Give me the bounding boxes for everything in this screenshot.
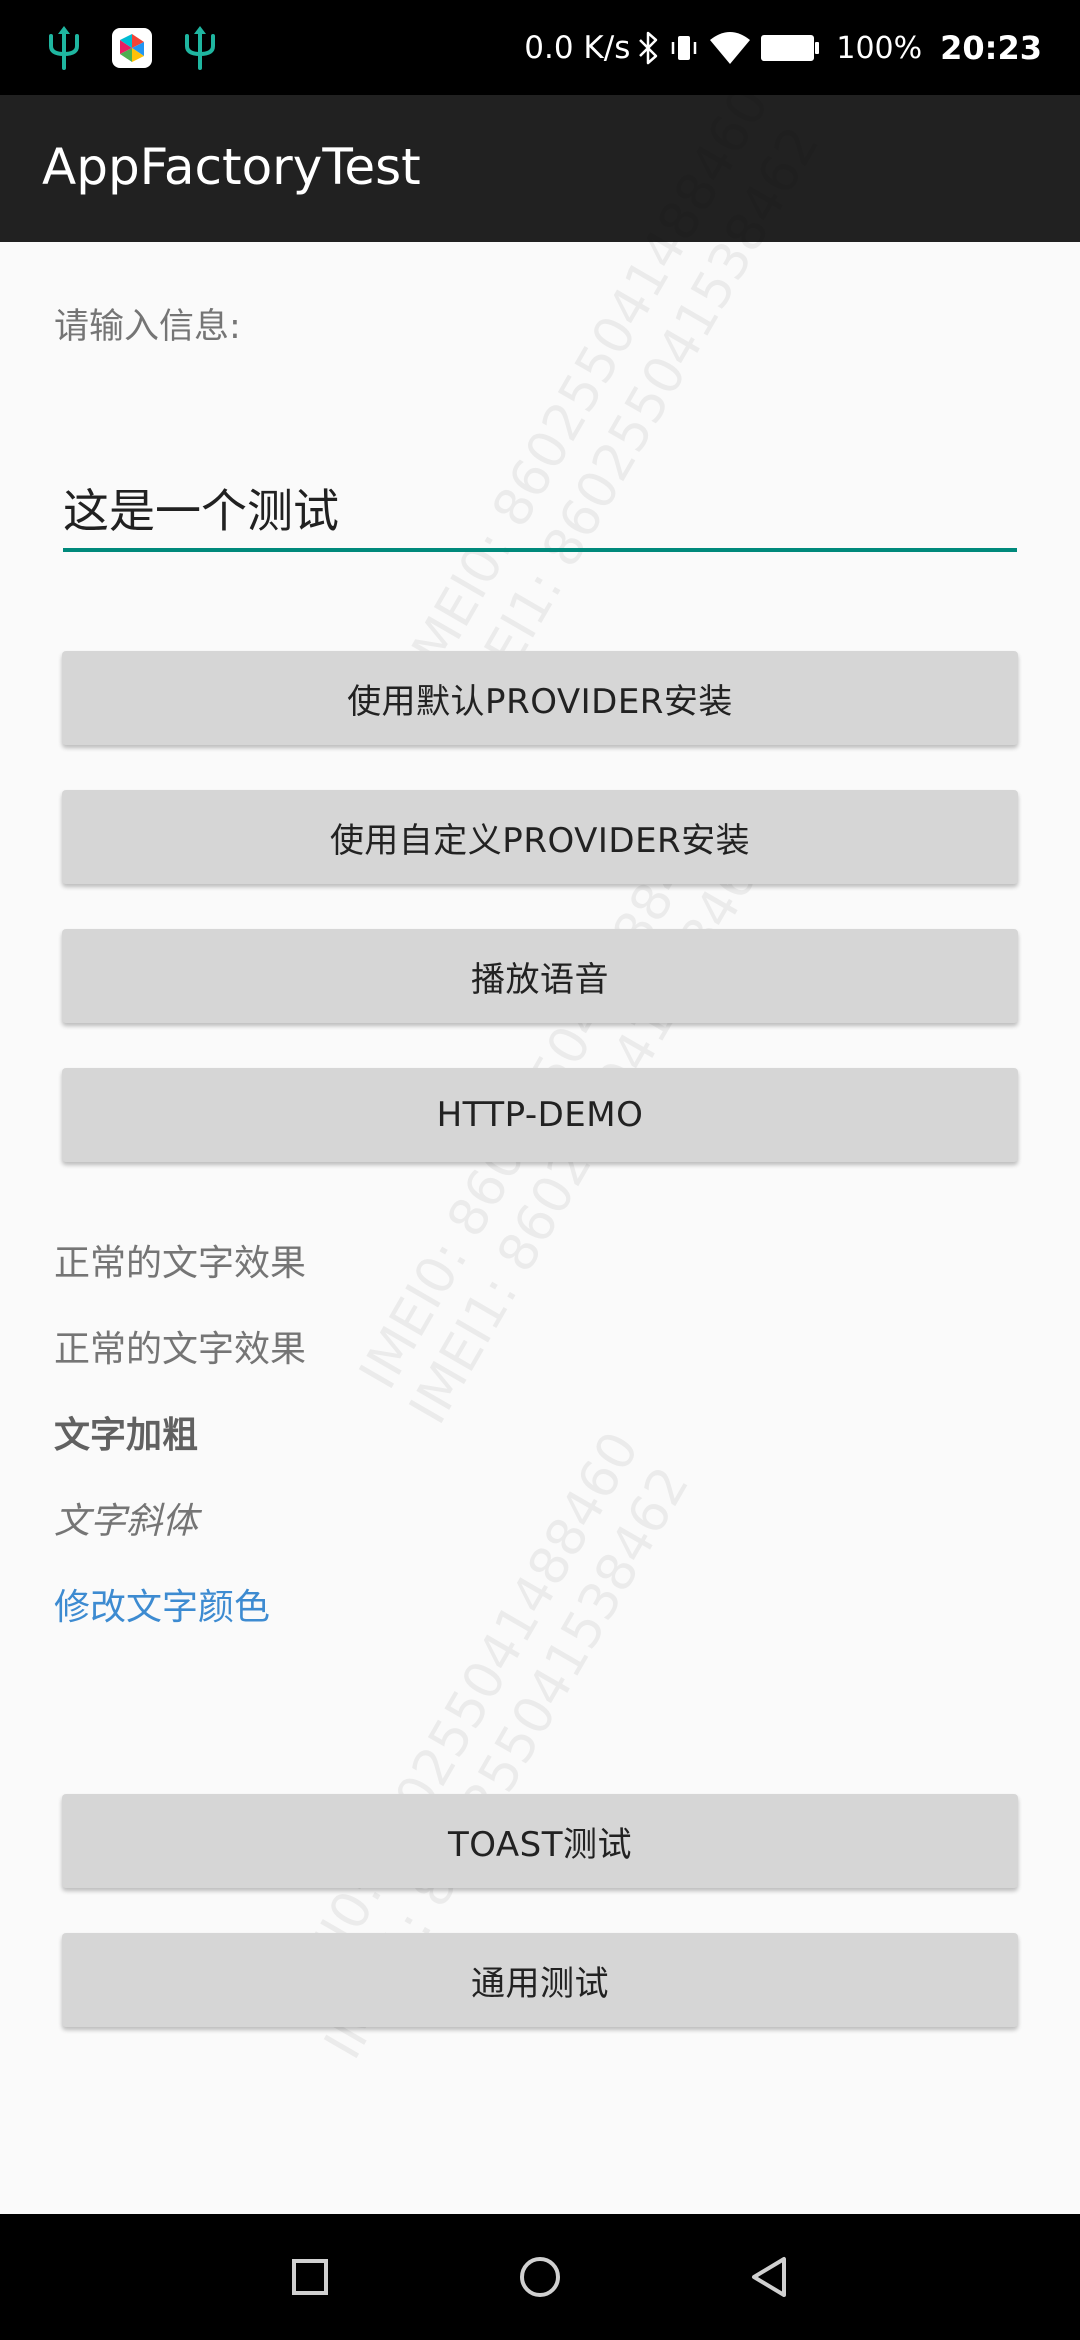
http-demo-button[interactable]: HTTP-DEMO — [62, 1068, 1018, 1162]
bluetooth-icon — [639, 31, 658, 65]
app-toolbar: AppFactoryTest — [0, 95, 1080, 242]
input-prompt-label: 请输入信息: — [54, 307, 241, 347]
usb-icon — [49, 26, 79, 70]
battery-icon — [761, 35, 820, 61]
status-right-icons: 0.0 K/s 100% 20:23 — [524, 20, 1042, 76]
app-title: AppFactoryTest — [42, 138, 421, 196]
usb-icon — [185, 26, 215, 70]
normal-text-sample: 正常的文字效果 — [54, 1329, 307, 1370]
custom-provider-install-button[interactable]: 使用自定义PROVIDER安装 — [62, 790, 1018, 884]
toast-test-button[interactable]: TOAST测试 — [62, 1794, 1018, 1888]
back-icon[interactable] — [740, 2247, 800, 2307]
home-icon[interactable] — [510, 2247, 570, 2307]
status-left-icons — [44, 22, 220, 74]
general-test-button[interactable]: 通用测试 — [62, 1933, 1018, 2027]
italic-text-sample: 文字斜体 — [54, 1501, 199, 1542]
input-underline — [63, 548, 1017, 552]
app-notification-icon — [112, 28, 152, 68]
wifi-icon — [710, 32, 751, 64]
normal-text-sample: 正常的文字效果 — [54, 1243, 307, 1284]
status-bar: 0.0 K/s 100% 20:23 — [0, 0, 1080, 95]
colored-text-sample: 修改文字颜色 — [54, 1587, 271, 1628]
battery-percent: 100% — [836, 30, 923, 66]
play-voice-button[interactable]: 播放语音 — [62, 929, 1018, 1023]
default-provider-install-button[interactable]: 使用默认PROVIDER安装 — [62, 651, 1018, 745]
clock: 20:23 — [940, 29, 1042, 67]
message-input-container — [63, 470, 1017, 552]
navigation-bar — [0, 2214, 1080, 2340]
network-speed: 0.0 K/s — [524, 30, 631, 66]
recents-icon[interactable] — [280, 2247, 340, 2307]
message-input[interactable] — [63, 470, 1017, 546]
bold-text-sample: 文字加粗 — [54, 1415, 199, 1456]
vibrate-icon — [672, 36, 697, 60]
